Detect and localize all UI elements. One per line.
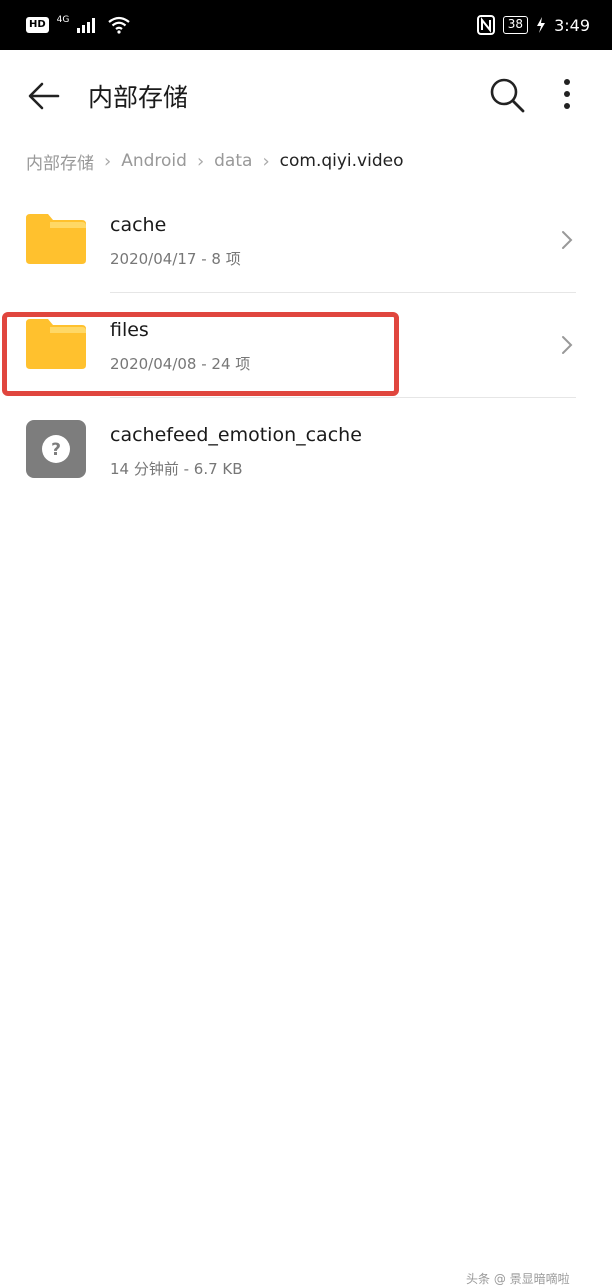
breadcrumb-current: com.qiyi.video: [279, 151, 404, 171]
file-meta: 2020/04/17 - 8 项: [110, 250, 241, 268]
chevron-right-icon: ›: [104, 150, 112, 172]
status-right: 38 3:49: [476, 15, 590, 35]
breadcrumb-item[interactable]: data: [214, 151, 252, 171]
watermark: 头条 @ 景显暗嘀啦: [466, 1272, 570, 1286]
chevron-right-icon: [562, 336, 573, 354]
status-left: HD 4G: [26, 15, 131, 34]
list-item-folder-files[interactable]: files 2020/04/08 - 24 项: [0, 293, 612, 398]
chevron-right-icon: [562, 231, 573, 249]
folder-icon: [26, 214, 86, 264]
chevron-right-icon: ›: [196, 150, 205, 172]
page-title: 内部存储: [88, 83, 189, 112]
file-meta: 14 分钟前 - 6.7 KB: [110, 460, 243, 478]
breadcrumb: 内部存储 › Android › data › com.qiyi.video: [26, 146, 404, 176]
battery-level: 38: [502, 16, 529, 34]
file-name: cache: [110, 214, 167, 236]
app-bar: 内部存储: [0, 50, 612, 140]
file-meta: 2020/04/08 - 24 项: [110, 355, 251, 373]
search-icon[interactable]: [488, 76, 526, 114]
breadcrumb-item[interactable]: Android: [121, 151, 187, 171]
clock: 3:49: [554, 15, 590, 35]
back-arrow-icon[interactable]: [26, 78, 62, 114]
list-item-file-cachefeed[interactable]: ? cachefeed_emotion_cache 14 分钟前 - 6.7 K…: [0, 398, 612, 503]
file-name: cachefeed_emotion_cache: [110, 424, 362, 446]
wifi-icon: [108, 16, 131, 34]
file-list: cache 2020/04/17 - 8 项 files 2020/04/08 …: [0, 188, 612, 503]
unknown-file-icon: ?: [26, 420, 86, 478]
svg-text:?: ?: [51, 440, 61, 460]
more-options-icon[interactable]: [556, 76, 578, 114]
charging-icon: [537, 17, 546, 33]
signal-icon: [77, 18, 96, 33]
folder-icon: [26, 319, 86, 369]
list-item-folder-cache[interactable]: cache 2020/04/17 - 8 项: [0, 188, 612, 293]
file-name: files: [110, 319, 149, 341]
status-bar: HD 4G 38 3:49: [0, 0, 612, 50]
chevron-right-icon: ›: [262, 150, 270, 172]
breadcrumb-item[interactable]: 内部存储: [26, 149, 94, 174]
hd-badge: HD: [26, 17, 49, 33]
nfc-icon: [476, 15, 495, 35]
network-type: 4G: [56, 15, 70, 25]
